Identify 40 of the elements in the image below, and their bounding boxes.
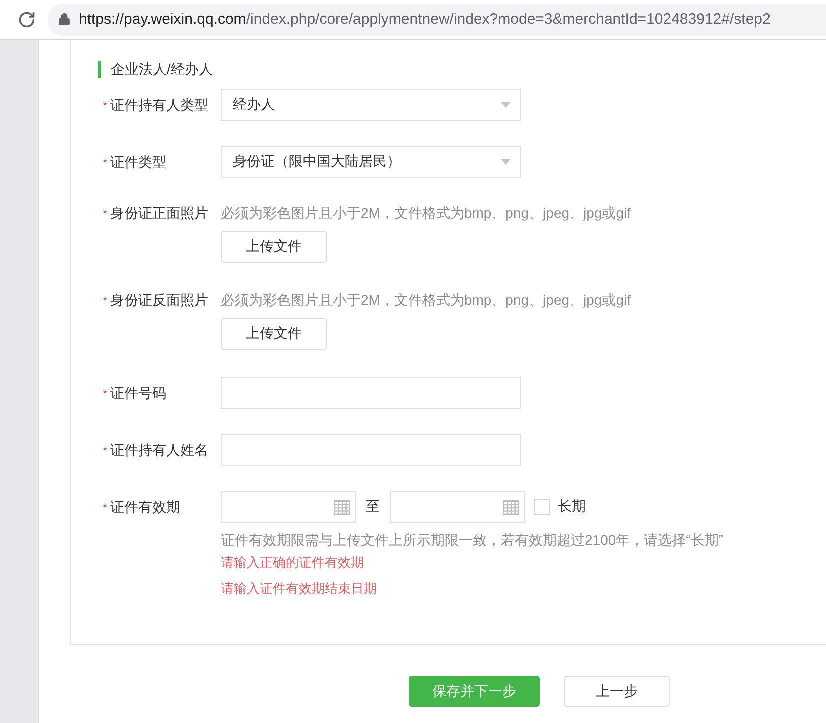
upload-button[interactable]: 上传文件: [221, 318, 327, 350]
required-mark: *: [103, 156, 108, 170]
required-mark: *: [103, 99, 108, 113]
range-separator: 至: [366, 498, 380, 516]
error-message: 请输入证件有效期结束日期: [221, 580, 378, 598]
field-label: 证件有效期: [110, 499, 181, 515]
field-label: 身份证正面照片: [110, 205, 209, 221]
checkbox-label: 长期: [558, 498, 586, 516]
field-label: 身份证反面照片: [110, 292, 209, 308]
caret-icon: [501, 102, 511, 108]
required-mark: *: [103, 444, 108, 458]
url-text: https://pay.weixin.qq.com/index.php/core/applymentnew/index?mode=3&merchantId=102483912#/step2: [79, 11, 771, 28]
required-mark: *: [103, 207, 108, 221]
input-field[interactable]: [221, 434, 521, 466]
checkbox[interactable]: [534, 499, 550, 515]
caret-icon: [501, 159, 511, 165]
required-mark: *: [103, 501, 108, 515]
date-field[interactable]: [221, 491, 356, 523]
back-button[interactable]: 上一步: [564, 676, 670, 707]
section-title: 企业法人/经办人: [98, 61, 826, 78]
field-label: 证件类型: [110, 154, 167, 170]
hint-text: 证件有效期限需与上传文件上所示期限一致，若有效期超过2100年，请选择“长期”: [221, 531, 724, 550]
field-label: 证件持有人姓名: [110, 442, 209, 458]
lock-icon: [58, 13, 71, 26]
calendar-icon[interactable]: [333, 498, 351, 516]
calendar-icon[interactable]: [502, 498, 520, 516]
reload-icon[interactable]: [18, 10, 36, 28]
required-mark: *: [103, 294, 108, 308]
required-mark: *: [103, 387, 108, 401]
error-message: 请输入正确的证件有效期: [221, 554, 365, 572]
dropdown[interactable]: 经办人: [221, 89, 521, 121]
date-field[interactable]: [390, 491, 525, 523]
field-label: 证件号码: [110, 385, 167, 401]
hint-text: 必须为彩色图片且小于2M，文件格式为bmp、png、jpeg、jpg或gif: [221, 291, 631, 310]
dropdown[interactable]: 身份证（限中国大陆居民）: [221, 146, 521, 178]
field-label: 证件持有人类型: [110, 97, 209, 113]
address-bar[interactable]: https://pay.weixin.qq.com/index.php/core/applymentnew/index?mode=3&merchantId=102483912#/step2: [48, 4, 826, 36]
hint-text: 必须为彩色图片且小于2M，文件格式为bmp、png、jpeg、jpg或gif: [221, 204, 631, 223]
upload-button[interactable]: 上传文件: [221, 231, 327, 263]
input-field[interactable]: [221, 377, 521, 409]
